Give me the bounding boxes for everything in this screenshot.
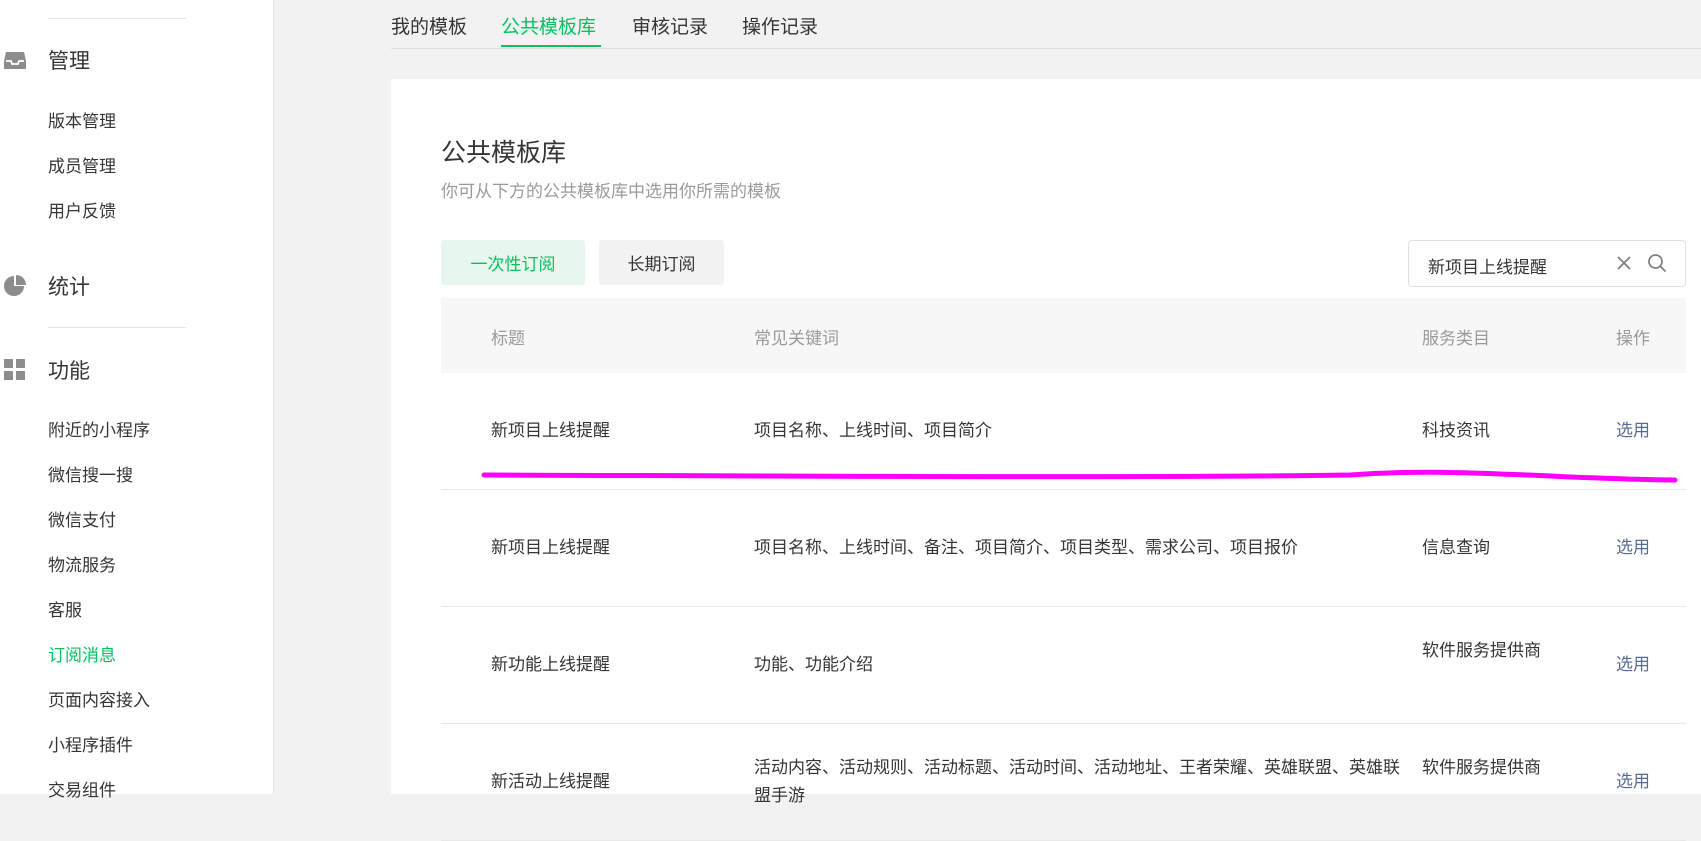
tab-review-records[interactable]: 审核记录 <box>632 12 708 39</box>
row-title: 新项目上线提醒 <box>491 421 610 441</box>
header-title: 标题 <box>491 329 525 349</box>
row-keywords: 活动内容、活动规则、活动标题、活动时间、活动地址、王者荣耀、英雄联盟、英雄联盟手… <box>754 758 1400 806</box>
sidebar-item-feedback[interactable]: 用户反馈 <box>48 200 116 224</box>
sidebar-item-subscribe[interactable]: 订阅消息 <box>48 644 116 668</box>
row-title: 新项目上线提醒 <box>491 538 610 558</box>
header-category: 服务类目 <box>1422 329 1490 349</box>
sidebar-item-nearby[interactable]: 附近的小程序 <box>48 419 150 443</box>
clear-icon[interactable] <box>1614 253 1634 273</box>
sidebar-item-content[interactable]: 页面内容接入 <box>48 689 150 713</box>
sidebar-section-label: 统计 <box>48 275 90 299</box>
select-button[interactable]: 选用 <box>1616 768 1650 796</box>
sidebar-item-trade[interactable]: 交易组件 <box>48 779 116 803</box>
table-row: 新活动上线提醒 活动内容、活动规则、活动标题、活动时间、活动地址、王者荣耀、英雄… <box>441 724 1686 841</box>
page-subtitle: 你可从下方的公共模板库中选用你所需的模板 <box>441 182 781 202</box>
header-keywords: 常见关键词 <box>754 329 839 349</box>
sidebar-section-stats[interactable]: 统计 <box>0 266 90 306</box>
pie-chart-icon <box>2 273 28 299</box>
tab-public-library[interactable]: 公共模板库 <box>501 12 596 39</box>
sidebar-divider <box>48 327 186 328</box>
inbox-icon <box>2 47 28 73</box>
sidebar-section-features[interactable]: 功能 <box>0 350 90 390</box>
active-tab-indicator <box>501 45 601 47</box>
table-row: 新功能上线提醒 功能、功能介绍 软件服务提供商 选用 <box>441 607 1686 724</box>
long-subscribe-button[interactable]: 长期订阅 <box>599 240 724 285</box>
table-header: 标题 常见关键词 服务类目 操作 <box>441 298 1686 373</box>
sidebar-section-label: 功能 <box>48 359 90 383</box>
table-row: 新项目上线提醒 项目名称、上线时间、备注、项目简介、项目类型、需求公司、项目报价… <box>441 490 1686 607</box>
sidebar: 管理 版本管理 成员管理 用户反馈 统计 功能 附近的小程序 微信搜一搜 微信支… <box>0 0 274 801</box>
row-category: 软件服务提供商 <box>1422 758 1541 778</box>
sidebar-item-members[interactable]: 成员管理 <box>48 155 116 179</box>
sidebar-item-service[interactable]: 客服 <box>48 599 82 623</box>
select-button[interactable]: 选用 <box>1616 651 1650 679</box>
tab-operation-records[interactable]: 操作记录 <box>742 12 818 39</box>
main-card: 公共模板库 你可从下方的公共模板库中选用你所需的模板 一次性订阅 长期订阅 新项… <box>391 79 1701 841</box>
header-action: 操作 <box>1616 329 1650 349</box>
sidebar-section-label: 管理 <box>48 49 90 73</box>
row-category: 信息查询 <box>1422 538 1490 558</box>
row-keywords: 功能、功能介绍 <box>754 655 873 675</box>
page-title: 公共模板库 <box>441 138 567 167</box>
sidebar-item-search[interactable]: 微信搜一搜 <box>48 464 133 488</box>
sidebar-item-pay[interactable]: 微信支付 <box>48 509 116 533</box>
table-row: 新项目上线提醒 项目名称、上线时间、项目简介 科技资讯 选用 <box>441 373 1686 490</box>
grid-icon <box>2 357 28 383</box>
sidebar-item-version[interactable]: 版本管理 <box>48 110 116 134</box>
select-button[interactable]: 选用 <box>1616 417 1650 445</box>
sidebar-section-manage[interactable]: 管理 <box>0 40 90 80</box>
sidebar-item-logistics[interactable]: 物流服务 <box>48 554 116 578</box>
search-icon[interactable] <box>1646 252 1668 274</box>
select-button[interactable]: 选用 <box>1616 534 1650 562</box>
row-category: 软件服务提供商 <box>1422 641 1541 661</box>
row-title: 新活动上线提醒 <box>491 772 610 792</box>
sidebar-item-plugin[interactable]: 小程序插件 <box>48 734 133 758</box>
row-category: 科技资讯 <box>1422 421 1490 441</box>
tab-my-templates[interactable]: 我的模板 <box>391 12 467 39</box>
once-subscribe-button[interactable]: 一次性订阅 <box>441 240 585 285</box>
search-input[interactable]: 新项目上线提醒 <box>1428 253 1547 278</box>
search-box[interactable]: 新项目上线提醒 <box>1408 240 1686 287</box>
sidebar-divider <box>48 18 186 19</box>
row-title: 新功能上线提醒 <box>491 655 610 675</box>
row-keywords: 项目名称、上线时间、备注、项目简介、项目类型、需求公司、项目报价 <box>754 538 1298 558</box>
row-keywords: 项目名称、上线时间、项目简介 <box>754 421 992 441</box>
